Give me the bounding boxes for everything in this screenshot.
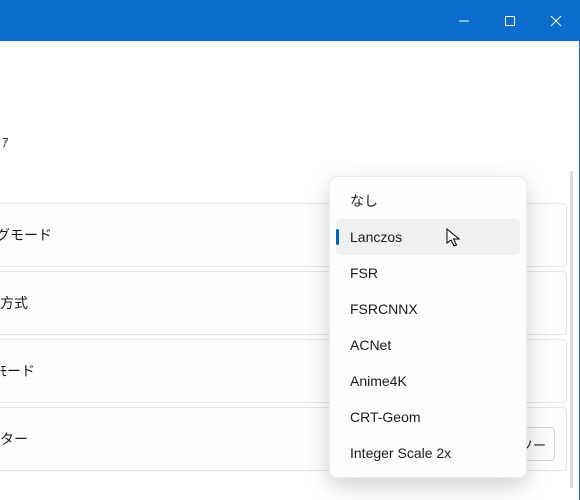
setting-label: 方式	[0, 293, 28, 313]
maximize-icon	[504, 15, 516, 27]
setting-label: ﾓード	[0, 361, 35, 381]
maximize-button[interactable]	[487, 1, 533, 41]
content-area: ｱ グモード 方式 ﾓード ター ソー なし Lanczos FSR FSRCN…	[0, 41, 579, 500]
menu-item-label: Lanczos	[350, 229, 402, 245]
menu-item-none[interactable]: なし	[336, 183, 520, 219]
setting-label: グモード	[0, 225, 52, 245]
menu-item-fsr[interactable]: FSR	[336, 255, 520, 291]
menu-item-label: なし	[350, 191, 378, 211]
menu-item-label: ACNet	[350, 337, 391, 353]
menu-item-label: FSRCNNX	[350, 301, 418, 317]
menu-item-fsrcnnx[interactable]: FSRCNNX	[336, 291, 520, 327]
menu-item-label: Anime4K	[350, 373, 407, 389]
menu-item-label: CRT-Geom	[350, 409, 421, 425]
minimize-button[interactable]	[441, 1, 487, 41]
app-window: ｱ グモード 方式 ﾓード ター ソー なし Lanczos FSR FSRCN…	[0, 0, 580, 500]
minimize-icon	[458, 15, 470, 27]
header-fragment: ｱ	[2, 132, 9, 151]
menu-item-label: FSR	[350, 265, 378, 281]
close-button[interactable]	[533, 1, 579, 41]
setting-label: ター	[0, 429, 28, 449]
menu-item-acnet[interactable]: ACNet	[336, 327, 520, 363]
titlebar	[0, 1, 579, 41]
dropdown-menu: なし Lanczos FSR FSRCNNX ACNet Anime4K CRT…	[329, 176, 527, 478]
menu-item-crtgeom[interactable]: CRT-Geom	[336, 399, 520, 435]
menu-item-integer2x[interactable]: Integer Scale 2x	[336, 435, 520, 471]
menu-item-anime4k[interactable]: Anime4K	[336, 363, 520, 399]
close-icon	[550, 15, 562, 27]
scrollbar[interactable]	[570, 171, 573, 488]
menu-item-lanczos[interactable]: Lanczos	[336, 219, 520, 255]
menu-item-label: Integer Scale 2x	[350, 445, 451, 461]
